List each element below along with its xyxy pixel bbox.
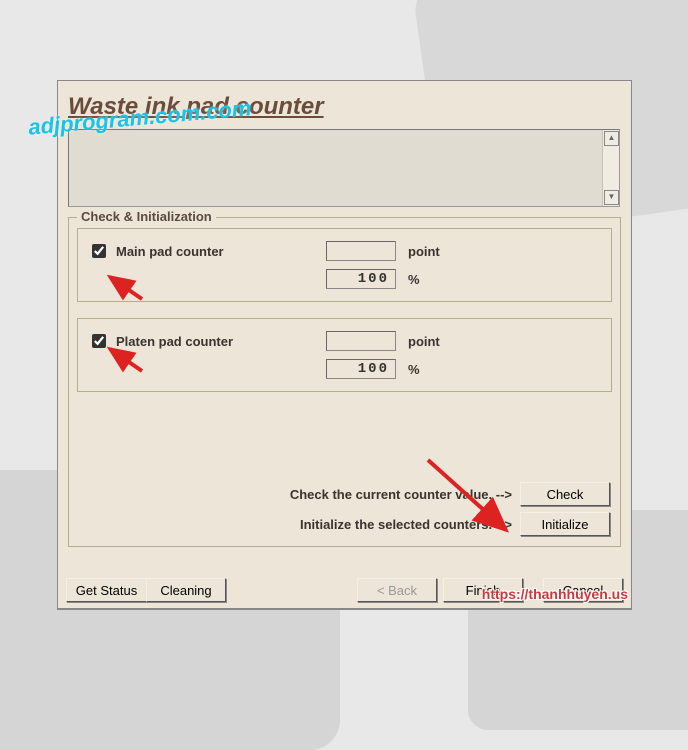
platen-pad-pct-unit: % [408, 362, 420, 377]
log-textarea[interactable]: ▲ ▼ [68, 129, 620, 207]
watermark-text: https://thanhhuyen.us [482, 586, 628, 602]
cleaning-button[interactable]: Cleaning [146, 578, 226, 602]
annotation-arrow-icon [420, 452, 520, 542]
annotation-arrow-icon [100, 345, 150, 375]
main-pad-pct-unit: % [408, 272, 420, 287]
initialize-button[interactable]: Initialize [520, 512, 610, 536]
main-pad-point-unit: point [408, 244, 440, 259]
scrollbar[interactable]: ▲ ▼ [602, 130, 619, 206]
group-legend: Check & Initialization [77, 209, 216, 224]
check-init-group: Check & Initialization Main pad counter … [68, 217, 621, 547]
main-pad-point-value [326, 241, 396, 261]
scroll-up-icon[interactable]: ▲ [604, 131, 619, 146]
platen-pad-point-value [326, 331, 396, 351]
main-pad-box: Main pad counter point 100 % [77, 228, 612, 302]
platen-pad-pct-value: 100 [326, 359, 396, 379]
get-status-button[interactable]: Get Status [66, 578, 146, 602]
back-button: < Back [357, 578, 437, 602]
platen-pad-box: Platen pad counter point 100 % [77, 318, 612, 392]
scroll-down-icon[interactable]: ▼ [604, 190, 619, 205]
action-area: Check the current counter value. --> Che… [79, 476, 610, 536]
main-pad-pct-value: 100 [326, 269, 396, 289]
main-pad-checkbox[interactable] [92, 244, 106, 258]
annotation-arrow-icon [100, 273, 150, 303]
platen-pad-point-unit: point [408, 334, 440, 349]
check-button[interactable]: Check [520, 482, 610, 506]
main-pad-label: Main pad counter [116, 244, 326, 259]
